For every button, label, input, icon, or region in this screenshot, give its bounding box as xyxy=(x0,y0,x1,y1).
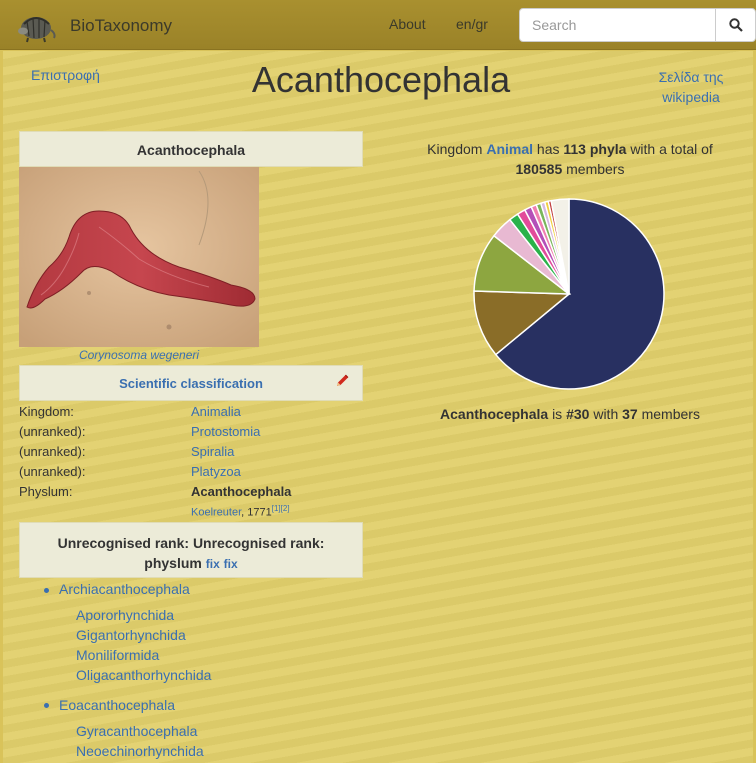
rank-value-link[interactable]: Animalia xyxy=(191,404,241,419)
rank-label: Physlum: xyxy=(19,484,73,499)
members-word: members xyxy=(641,406,700,422)
taxon-rank: #30 xyxy=(566,406,590,422)
navbar: BioTaxonomy About en/gr xyxy=(0,0,756,50)
child-taxon-link[interactable]: Gyracanthocephala xyxy=(76,723,197,739)
classification-heading-box: Scientific classification xyxy=(19,365,363,401)
infobox-title: Acanthocephala xyxy=(19,131,363,167)
scientific-classification-link[interactable]: Scientific classification xyxy=(119,376,263,391)
rank-row-phylum: Physlum: Acanthocephala xyxy=(19,484,363,504)
total-text: with a total of xyxy=(630,141,713,157)
taxon-authority: Koelreuter, 1771[1][2] xyxy=(191,504,290,519)
search-icon xyxy=(728,18,743,32)
authority-link[interactable]: Koelreuter xyxy=(191,507,241,519)
child-taxon-link[interactable]: Moniliformida xyxy=(76,647,159,663)
child-taxon-link[interactable]: Neoechinorhynchida xyxy=(76,743,204,759)
members-word: members xyxy=(566,161,625,177)
search-input[interactable] xyxy=(520,9,716,41)
page-content: Επιστροφή Acanthocephala Σελίδα της wiki… xyxy=(3,51,753,763)
rank-value-link[interactable]: Protostomia xyxy=(191,424,260,439)
taxon-members: 37 xyxy=(622,406,638,422)
rank-row-unranked: (unranked): Protostomia xyxy=(19,424,363,444)
wikipedia-link-line1[interactable]: Σελίδα της xyxy=(659,69,724,85)
unrecognised-rank-text: Unrecognised rank: Unrecognised rank: xyxy=(57,535,325,551)
phyla-count: 113 phyla xyxy=(563,141,627,157)
child-taxon-link[interactable]: Gigantorhynchida xyxy=(76,627,186,643)
bullet-icon xyxy=(44,588,49,593)
taxon-name: Acanthocephala xyxy=(440,406,549,422)
child-taxon-link[interactable]: Apororhynchida xyxy=(76,607,174,623)
with-text: with xyxy=(593,406,619,422)
armadillo-logo-icon xyxy=(18,17,56,43)
rank-label: Kingdom: xyxy=(19,404,74,419)
rank-value-link[interactable]: Platyzoa xyxy=(191,464,241,479)
rank-label: (unranked): xyxy=(19,464,86,479)
unrecognised-rank-physlum: physlum xyxy=(144,555,202,571)
phyla-pie-chart xyxy=(473,198,665,390)
kingdom-prefix: Kingdom xyxy=(427,141,483,157)
reference-links[interactable]: [1][2] xyxy=(272,504,290,513)
bullet-icon xyxy=(44,703,49,708)
brand-name[interactable]: BioTaxonomy xyxy=(70,16,172,36)
fix-link[interactable]: fix xyxy=(206,557,220,571)
rank-row-unranked: (unranked): Platyzoa xyxy=(19,464,363,484)
child-taxon-link[interactable]: Oligacanthorhynchida xyxy=(76,667,211,683)
specimen-caption: Corynosoma wegeneri xyxy=(78,348,200,362)
rank-row-unranked: (unranked): Spiralia xyxy=(19,444,363,464)
nav-about[interactable]: About xyxy=(389,16,426,32)
rank-label: (unranked): xyxy=(19,444,86,459)
authority-year: , 1771 xyxy=(241,506,272,519)
brand[interactable]: BioTaxonomy xyxy=(16,10,172,44)
fix-link[interactable]: fix xyxy=(224,557,238,571)
is-text: is xyxy=(552,406,563,422)
nav-language[interactable]: en/gr xyxy=(456,16,488,32)
pencil-edit-icon[interactable] xyxy=(334,373,350,389)
search-box xyxy=(519,8,756,42)
specimen-image xyxy=(19,167,259,347)
rank-value-link[interactable]: Spiralia xyxy=(191,444,234,459)
rank-row-kingdom: Kingdom: Animalia xyxy=(19,404,363,424)
subtaxon-link[interactable]: Eoacanthocephala xyxy=(59,697,175,713)
wikipedia-link[interactable]: Σελίδα της wikipedia xyxy=(653,67,729,107)
kingdom-link[interactable]: Animal xyxy=(486,141,533,157)
rank-value-current: Acanthocephala xyxy=(191,484,292,499)
search-button[interactable] xyxy=(715,8,756,42)
taxon-rank-summary: Acanthocephala is #30 with 37 members xyxy=(395,406,745,422)
page-title: Acanthocephala xyxy=(251,59,511,100)
kingdom-summary: Kingdom Animal has 113 phyla with a tota… xyxy=(395,139,745,179)
has-text: has xyxy=(536,141,560,157)
unrecognised-rank-box: Unrecognised rank: Unrecognised rank: ph… xyxy=(19,522,363,578)
wikipedia-link-line2[interactable]: wikipedia xyxy=(662,89,720,105)
rank-label: (unranked): xyxy=(19,424,86,439)
members-total: 180585 xyxy=(515,161,563,177)
subtaxon-link[interactable]: Archiacanthocephala xyxy=(59,581,190,597)
